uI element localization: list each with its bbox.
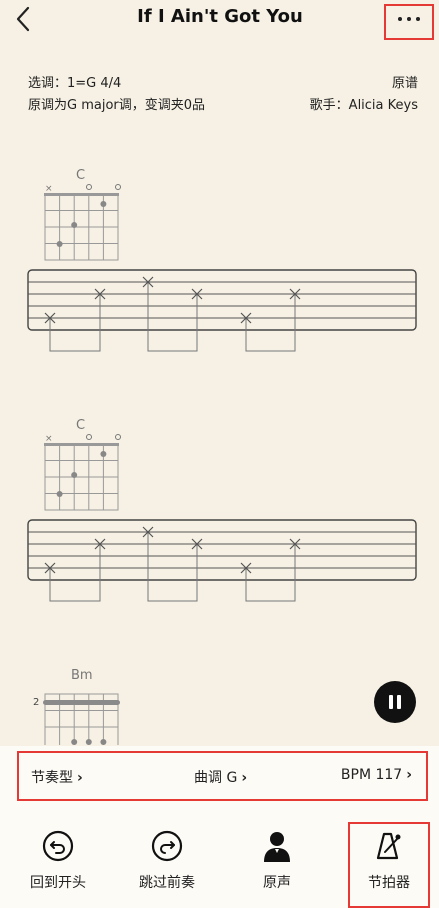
chevron-right-icon: › — [77, 770, 83, 786]
bpm-label: BPM 117 — [340, 767, 403, 783]
metronome-icon — [376, 832, 401, 860]
original-key-label: 原调为G major调，变调夹0品 — [28, 98, 206, 113]
metronome-button[interactable]: 节拍器 — [349, 830, 429, 892]
key-selection-label: 选调：1=G 4/4 — [28, 76, 122, 91]
original-audio-label: 原声 — [263, 875, 291, 891]
key-label: 曲调 G — [194, 770, 238, 786]
svg-text:×: × — [45, 184, 53, 194]
chord-diagram-c-2: × — [44, 434, 121, 511]
more-icon — [398, 17, 420, 21]
playback-options-bar: 节奏型 › 曲调 G › BPM 117 › — [17, 751, 428, 801]
song-title: If I Ain't Got You — [137, 6, 303, 27]
pause-button[interactable] — [374, 681, 416, 723]
original-audio-button[interactable]: 原声 — [237, 830, 317, 892]
skip-intro-button[interactable]: 跳过前奏 — [127, 830, 207, 892]
singer-label: 歌手：Alicia Keys — [309, 98, 418, 113]
tab-staff-1 — [27, 269, 417, 352]
skip-forward-icon — [151, 830, 183, 862]
chevron-right-icon: › — [406, 767, 412, 783]
back-button[interactable] — [10, 4, 38, 34]
score-source-label: 原谱 — [391, 76, 418, 91]
more-button[interactable] — [384, 4, 434, 40]
restart-icon — [42, 830, 74, 862]
pause-icon — [387, 695, 403, 709]
chord-name-bm: Bm — [71, 668, 93, 683]
chevron-right-icon: › — [241, 770, 248, 786]
tab-score: C × C × Bm 2 — [0, 160, 439, 745]
chevron-left-icon — [16, 6, 30, 32]
restart-button[interactable]: 回到开头 — [18, 830, 98, 892]
skip-intro-label: 跳过前奏 — [139, 875, 195, 891]
header-bar: If I Ain't Got You — [0, 0, 439, 40]
rhythm-label: 节奏型 — [31, 770, 73, 786]
singer-icon — [264, 832, 290, 862]
restart-label: 回到开头 — [30, 875, 86, 891]
bpm-selector[interactable]: BPM 117 › — [341, 767, 412, 783]
chord-diagram-bm — [43, 693, 120, 745]
tab-staff-2 — [27, 519, 417, 602]
metronome-label: 节拍器 — [368, 875, 410, 891]
key-selector[interactable]: 曲调 G › — [194, 767, 247, 787]
rhythm-selector[interactable]: 节奏型 › — [31, 767, 83, 787]
chord-diagram-c: × — [44, 184, 121, 261]
svg-text:×: × — [45, 434, 53, 444]
